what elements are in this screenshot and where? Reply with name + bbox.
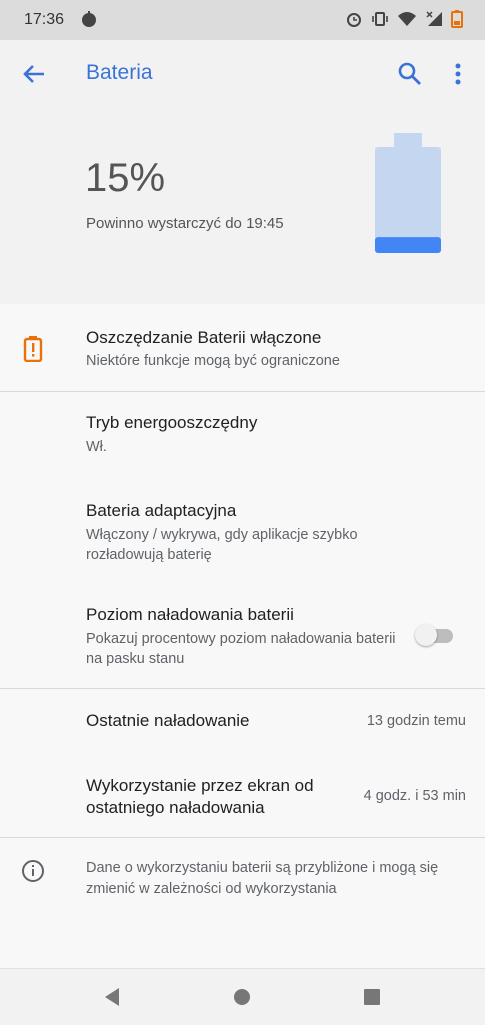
adaptive-battery-subtitle: Włączony / wykrywa, gdy aplikacje szybko… <box>86 527 358 563</box>
alarm-icon <box>345 10 363 33</box>
power-saving-mode-title: Tryb energooszczędny <box>86 413 258 432</box>
battery-estimate: Powinno wystarczyć do 19:45 <box>86 215 284 232</box>
page-title: Bateria <box>86 61 153 84</box>
info-icon <box>21 859 45 888</box>
adaptive-battery-item[interactable]: Bateria adaptacyjna Włączony / wykrywa, … <box>0 480 485 580</box>
battery-saver-subtitle: Niektóre funkcje mogą być ograniczone <box>86 353 340 369</box>
settings-list: Oszczędzanie Baterii włączone Niektóre f… <box>0 304 485 968</box>
battery-saver-item[interactable]: Oszczędzanie Baterii włączone Niektóre f… <box>0 304 485 390</box>
battery-level-icon <box>375 133 441 253</box>
status-bar: 17:36 <box>0 0 485 40</box>
screen-usage-item: Wykorzystanie przez ekran od ostatniego … <box>0 759 485 837</box>
nav-home-icon[interactable] <box>230 985 254 1009</box>
more-options-icon[interactable] <box>446 58 470 90</box>
status-time: 17:36 <box>24 11 65 28</box>
screen-usage-value: 4 godz. i 53 min <box>363 788 466 804</box>
battery-percentage-title: Poziom naładowania baterii <box>86 605 294 624</box>
vibrate-icon <box>371 10 389 33</box>
notification-icon <box>80 10 98 33</box>
app-bar: Bateria <box>0 40 485 108</box>
power-saving-mode-subtitle: Wł. <box>86 439 107 455</box>
signal-icon <box>425 10 443 33</box>
screen-usage-title: Wykorzystanie przez ekran od ostatniego … <box>86 776 314 817</box>
back-arrow-icon[interactable] <box>18 58 50 90</box>
navigation-bar <box>0 968 485 1025</box>
usage-info-item: Dane o wykorzystaniu baterii są przybliż… <box>0 838 485 918</box>
power-saving-mode-item[interactable]: Tryb energooszczędny Wł. <box>0 392 485 478</box>
battery-percentage-subtitle: Pokazuj procentowy poziom naładowania ba… <box>86 631 396 667</box>
nav-back-icon[interactable] <box>100 985 124 1009</box>
battery-alert-icon <box>22 336 44 367</box>
adaptive-battery-title: Bateria adaptacyjna <box>86 501 237 520</box>
battery-percentage-item[interactable]: Poziom naładowania baterii Pokazuj proce… <box>0 584 485 688</box>
status-icons <box>345 10 463 33</box>
search-icon[interactable] <box>394 58 426 90</box>
battery-summary: 15% Powinno wystarczyć do 19:45 <box>0 108 485 304</box>
last-charge-title: Ostatnie naładowanie <box>86 711 250 730</box>
nav-recents-icon[interactable] <box>360 985 384 1009</box>
last-charge-item: Ostatnie naładowanie 13 godzin temu <box>0 689 485 759</box>
toggle-thumb <box>415 624 437 646</box>
last-charge-value: 13 godzin temu <box>366 713 466 729</box>
battery-status-icon <box>451 10 463 33</box>
battery-percent: 15% <box>85 156 166 200</box>
battery-percentage-toggle[interactable] <box>415 624 455 646</box>
usage-info-text: Dane o wykorzystaniu baterii są przybliż… <box>86 860 439 897</box>
wifi-icon <box>397 10 417 33</box>
battery-saver-title: Oszczędzanie Baterii włączone <box>86 328 322 347</box>
